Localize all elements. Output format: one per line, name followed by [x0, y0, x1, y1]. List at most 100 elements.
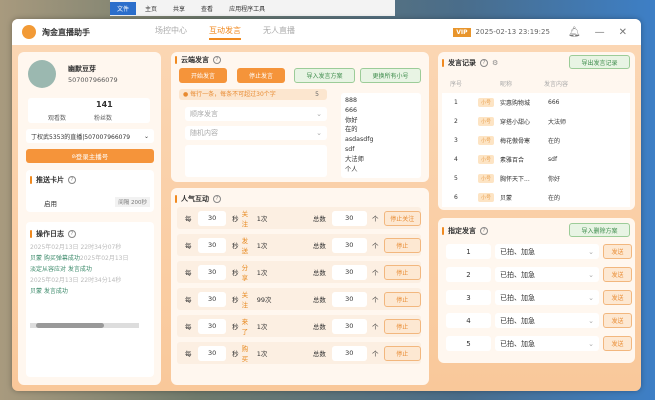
speech-select[interactable]: 已拍、加急 ⌄ [495, 267, 599, 282]
hint-bar: ● 每行一条，每条不可超过30个字 5 [179, 89, 327, 100]
message-line: 个人 [345, 165, 358, 173]
explorer-tab-home[interactable]: 主页 [138, 2, 164, 15]
send-button[interactable]: 发送 [603, 290, 632, 305]
records-title: 发言记录 [448, 59, 476, 67]
title-bar: 淘金直播助手 场控中心 互动发言 无人直播 VIP 2025-02-13 23:… [12, 19, 641, 45]
action-label: 关注 [241, 210, 249, 228]
avatar [28, 60, 56, 88]
horizontal-scrollbar[interactable] [30, 323, 139, 328]
stop-speech-button[interactable]: 停止发言 [237, 68, 285, 83]
interaction-row: 每 30 秒关注 99次 总数 30 个停止 [177, 288, 421, 310]
stop-button[interactable]: 停止 [383, 264, 421, 280]
explorer-tab-file[interactable]: 文件 [110, 1, 137, 15]
every-label: 每 [185, 269, 192, 277]
index-input[interactable]: 4 [446, 313, 491, 328]
popularity-panel: 人气互动? 每 30 秒关注 1次 总数 30 个停止关注每 30 秒发送 1次 总数 30 个停止每 3… [171, 188, 429, 385]
bell-icon[interactable]: 🔔︎ [568, 27, 581, 38]
interaction-row: 每 30 秒发送 1次 总数 30 个停止 [177, 234, 421, 256]
table-row: 2 小号 穿搭小甜心 大法师 [442, 112, 630, 131]
import-speech-plan-button[interactable]: 导入发言方案 [294, 68, 355, 83]
send-button[interactable]: 发送 [603, 267, 632, 282]
login-anchor-button[interactable]: ⍝ 登录主播号 [26, 149, 154, 163]
start-speech-button[interactable]: 开始发言 [179, 68, 227, 83]
explorer-tab-view[interactable]: 查看 [194, 2, 220, 15]
chevron-down-icon: ⌄ [588, 270, 594, 279]
total-input[interactable]: 30 [331, 318, 367, 334]
total-input[interactable]: 30 [331, 291, 367, 307]
message-line: 大法师 [345, 155, 364, 163]
stop-button[interactable]: 停止 [383, 291, 421, 307]
help-icon[interactable]: ? [68, 230, 76, 238]
explorer-tab-share[interactable]: 共享 [166, 2, 192, 15]
vip-badge: VIP [453, 27, 471, 37]
speech-select-value: 已拍、加急 [500, 339, 535, 348]
speech-select[interactable]: 已拍、加急 ⌄ [495, 290, 599, 305]
speech-select[interactable]: 已拍、加急 ⌄ [495, 313, 599, 328]
interval-input[interactable]: 30 [198, 237, 227, 253]
speech-select-value: 已拍、加急 [500, 293, 535, 302]
every-label: 每 [185, 323, 192, 331]
help-icon[interactable]: ? [213, 195, 221, 203]
interval-input[interactable]: 30 [198, 264, 227, 280]
row-content: 在的 [548, 195, 561, 202]
index-input[interactable]: 2 [446, 267, 491, 282]
datetime: 2025-02-13 23:19:25 [475, 28, 550, 36]
content-textarea[interactable] [185, 145, 327, 177]
order-speech-select[interactable]: 顺序发言 ⌄ [185, 107, 327, 121]
chevron-down-icon: ⌄ [588, 247, 594, 256]
messages-list[interactable]: 888 666 你好 在的 asdasdfg sdf 大法师 个人 [341, 93, 421, 178]
stop-button[interactable]: 停止 [383, 318, 421, 334]
send-button[interactable]: 发送 [603, 313, 632, 328]
speech-select[interactable]: 已拍、加急 ⌄ [495, 336, 599, 351]
stop-button[interactable]: 停止关注 [383, 210, 421, 226]
minimize-icon[interactable]: — [595, 27, 605, 38]
total-input[interactable]: 30 [331, 264, 367, 280]
app-logo [22, 25, 36, 39]
total-input[interactable]: 30 [331, 237, 367, 253]
viewers-label: 观看数 [48, 115, 67, 122]
help-icon[interactable]: ? [68, 176, 76, 184]
export-records-button[interactable]: 导出发言记录 [569, 55, 630, 69]
action-label: 发送 [241, 237, 249, 255]
send-button[interactable]: 发送 [603, 244, 632, 259]
cloud-speech-panel: 云端发言? 开始发言 停止发言 导入发言方案 更换所有小号 ● 每行一条，每条不… [171, 52, 429, 182]
send-button[interactable]: 发送 [603, 336, 632, 351]
times-label: 1次 [256, 269, 268, 277]
stop-button[interactable]: 停止 [383, 345, 421, 361]
total-label: 总数 [312, 296, 326, 304]
help-icon[interactable]: ? [480, 227, 488, 235]
import-delete-plan-button[interactable]: 导入删除方案 [569, 223, 630, 237]
nav-interactive-speech[interactable]: 互动发言 [209, 25, 241, 40]
apply-toggle[interactable]: 启用 [44, 198, 57, 208]
interval-input[interactable]: 30 [198, 345, 227, 361]
designated-speech-panel: 指定发言? 导入删除方案 1 已拍、加急 ⌄ 发送 2 已拍、加急 ⌄ 发送 3 已拍、加急 ⌄ 发送… [438, 218, 635, 363]
switch-accounts-button[interactable]: 更换所有小号 [360, 68, 421, 83]
designated-title: 指定发言 [448, 227, 476, 235]
nav-control-center[interactable]: 场控中心 [155, 25, 187, 40]
index-input[interactable]: 1 [446, 244, 491, 259]
total-input[interactable]: 30 [331, 345, 367, 361]
times-label: 1次 [256, 323, 268, 331]
sub-account-tag: 小号 [478, 98, 495, 107]
interval-input[interactable]: 30 [198, 210, 227, 226]
stop-button[interactable]: 停止 [383, 237, 421, 253]
nav-unmanned-live[interactable]: 无人直播 [263, 25, 295, 40]
total-input[interactable]: 30 [331, 210, 367, 226]
interval-input[interactable]: 30 [198, 291, 227, 307]
action-label: 购买 [241, 345, 249, 363]
explorer-tab-app-tools[interactable]: 应用程序工具 [222, 2, 272, 15]
index-input[interactable]: 3 [446, 290, 491, 305]
settings-icon[interactable]: ⚙ [492, 59, 498, 67]
close-icon[interactable]: ✕ [619, 27, 627, 38]
room-select[interactable]: 丁权武5353的直播|507007966079 ⌄ [26, 129, 154, 143]
times-label: 99次 [256, 296, 272, 304]
unit-label: 个 [372, 296, 379, 304]
help-icon[interactable]: ? [213, 56, 221, 64]
row-nick: 穿搭小甜心 [500, 119, 531, 126]
random-content-select[interactable]: 随机内容 ⌄ [185, 126, 327, 140]
help-icon[interactable]: ? [480, 59, 488, 67]
speech-select[interactable]: 已拍、加急 ⌄ [495, 244, 599, 259]
speech-select-value: 已拍、加急 [500, 316, 535, 325]
index-input[interactable]: 5 [446, 336, 491, 351]
interval-input[interactable]: 30 [198, 318, 227, 334]
